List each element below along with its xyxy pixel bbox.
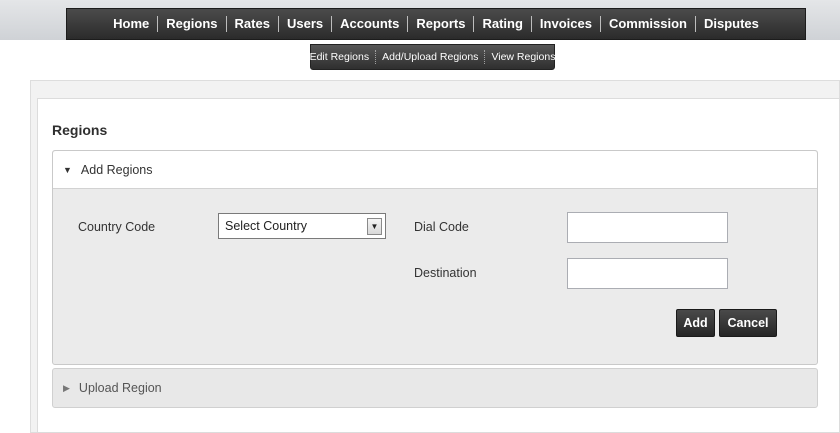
page-title: Regions: [52, 122, 108, 138]
main-nav: Home Regions Rates Users Accounts Report…: [66, 8, 806, 40]
sub-nav: Edit Regions Add/Upload Regions View Reg…: [310, 44, 555, 70]
country-select-value: Select Country: [225, 219, 307, 233]
cancel-button[interactable]: Cancel: [719, 309, 777, 337]
country-select[interactable]: Select Country ▼: [218, 213, 386, 239]
subnav-edit-regions[interactable]: Edit Regions: [304, 51, 376, 63]
nav-accounts[interactable]: Accounts: [332, 15, 407, 33]
nav-rates[interactable]: Rates: [227, 15, 278, 33]
country-code-label: Country Code: [78, 220, 156, 234]
destination-input[interactable]: [567, 258, 728, 289]
add-button[interactable]: Add: [676, 309, 715, 337]
nav-reports[interactable]: Reports: [408, 15, 473, 33]
nav-regions[interactable]: Regions: [158, 15, 225, 33]
nav-invoices[interactable]: Invoices: [532, 15, 600, 33]
add-regions-header-label: Add Regions: [80, 162, 153, 177]
nav-commission[interactable]: Commission: [601, 15, 695, 33]
destination-label: Destination: [414, 266, 477, 280]
subnav-add-upload-regions[interactable]: Add/Upload Regions: [376, 51, 484, 63]
triangle-down-icon: ▼: [63, 164, 72, 175]
upload-region-header[interactable]: ▶ Upload Region: [52, 368, 818, 408]
dial-code-label: Dial Code: [414, 220, 469, 234]
add-regions-header[interactable]: ▼ Add Regions: [53, 151, 817, 189]
chevron-down-icon[interactable]: ▼: [367, 217, 382, 235]
triangle-right-icon: ▶: [63, 382, 70, 393]
upload-region-label: Upload Region: [78, 381, 162, 395]
subnav-view-regions[interactable]: View Regions: [485, 51, 561, 63]
nav-users[interactable]: Users: [279, 15, 331, 33]
nav-disputes[interactable]: Disputes: [696, 15, 767, 33]
add-regions-panel: ▼ Add Regions Country Code Select Countr…: [52, 150, 818, 365]
nav-rating[interactable]: Rating: [474, 15, 530, 33]
dial-code-input[interactable]: [567, 212, 728, 243]
nav-home[interactable]: Home: [105, 15, 157, 33]
